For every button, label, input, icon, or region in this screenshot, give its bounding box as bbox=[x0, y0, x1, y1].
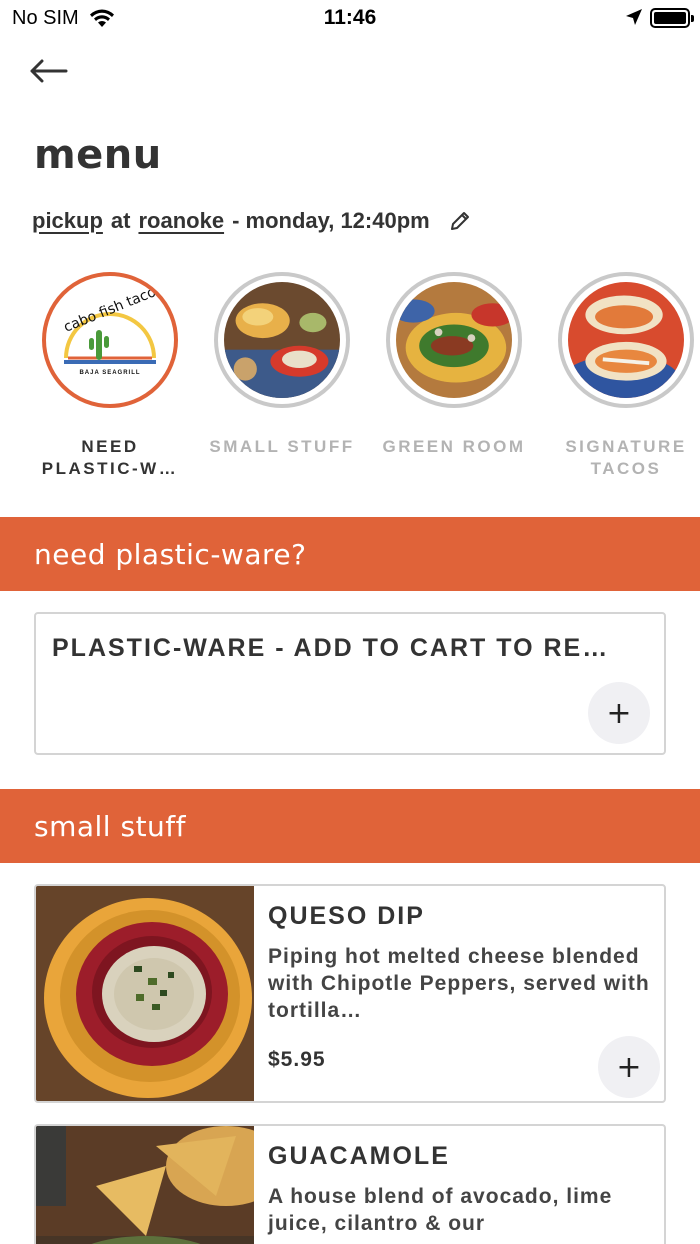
section-header-plastic-ware: need plastic-ware? bbox=[0, 517, 700, 591]
category-need-plastic-ware[interactable]: cabo fish taco BAJA SEAGRILL NEED PLASTI… bbox=[35, 272, 185, 480]
item-image bbox=[36, 1126, 254, 1244]
menu-item-card[interactable]: PLASTIC-WARE - ADD TO CART TO RE… + bbox=[34, 612, 666, 755]
battery-icon bbox=[650, 8, 694, 28]
item-price: $5.95 bbox=[268, 1048, 326, 1071]
location-link[interactable]: roanoke bbox=[138, 208, 224, 234]
order-mode-link[interactable]: pickup bbox=[32, 208, 103, 234]
schedule-label: - monday, 12:40pm bbox=[232, 208, 430, 233]
section-header-small-stuff: small stuff bbox=[0, 789, 700, 863]
pencil-icon[interactable] bbox=[448, 209, 472, 233]
at-label: at bbox=[110, 208, 131, 233]
back-arrow-icon bbox=[30, 59, 68, 83]
category-small-stuff[interactable]: SMALL STUFF bbox=[207, 272, 357, 458]
food-photo-green-room bbox=[396, 282, 512, 398]
category-green-room[interactable]: GREEN ROOM bbox=[379, 272, 529, 458]
status-bar: No SIM 11:46 bbox=[0, 0, 700, 38]
item-name: PLASTIC-WARE - ADD TO CART TO RE… bbox=[52, 634, 610, 662]
add-to-cart-button[interactable]: + bbox=[598, 1036, 660, 1098]
category-label: NEED PLASTIC-W… bbox=[41, 437, 179, 478]
order-info: pickup at roanoke - monday, 12:40pm bbox=[32, 208, 472, 234]
cabo-logo: cabo fish taco BAJA SEAGRILL bbox=[62, 284, 159, 376]
category-label: SIGNATURE TACOS bbox=[565, 437, 687, 478]
item-image bbox=[36, 886, 254, 1101]
category-image: cabo fish taco BAJA SEAGRILL bbox=[42, 272, 178, 408]
clock: 11:46 bbox=[323, 6, 377, 29]
back-button[interactable] bbox=[30, 54, 70, 88]
item-description: Piping hot melted cheese blended with Ch… bbox=[268, 945, 650, 1022]
item-name: QUESO DIP bbox=[268, 902, 425, 930]
category-image bbox=[558, 272, 694, 408]
guacamole-photo bbox=[36, 1126, 254, 1244]
food-photo-small-stuff bbox=[224, 282, 340, 398]
item-name: GUACAMOLE bbox=[268, 1142, 450, 1170]
page-title: menu bbox=[34, 132, 162, 178]
add-to-cart-button[interactable]: + bbox=[588, 682, 650, 744]
category-label: SMALL STUFF bbox=[209, 437, 355, 456]
menu-item-card[interactable]: GUACAMOLE A house blend of avocado, lime… bbox=[34, 1124, 666, 1244]
category-carousel: cabo fish taco BAJA SEAGRILL NEED PLASTI… bbox=[0, 272, 700, 492]
category-signature-tacos[interactable]: SIGNATURE TACOS bbox=[551, 272, 700, 480]
category-image bbox=[386, 272, 522, 408]
item-description: A house blend of avocado, lime juice, ci… bbox=[268, 1185, 613, 1235]
food-photo-signature-tacos bbox=[568, 282, 684, 398]
category-label: GREEN ROOM bbox=[382, 437, 526, 456]
category-image bbox=[214, 272, 350, 408]
menu-item-card[interactable]: QUESO DIP Piping hot melted cheese blend… bbox=[34, 884, 666, 1103]
logo-subtext: BAJA SEAGRILL bbox=[79, 370, 140, 376]
queso-dip-photo bbox=[36, 886, 254, 1101]
location-arrow-icon bbox=[626, 9, 642, 25]
